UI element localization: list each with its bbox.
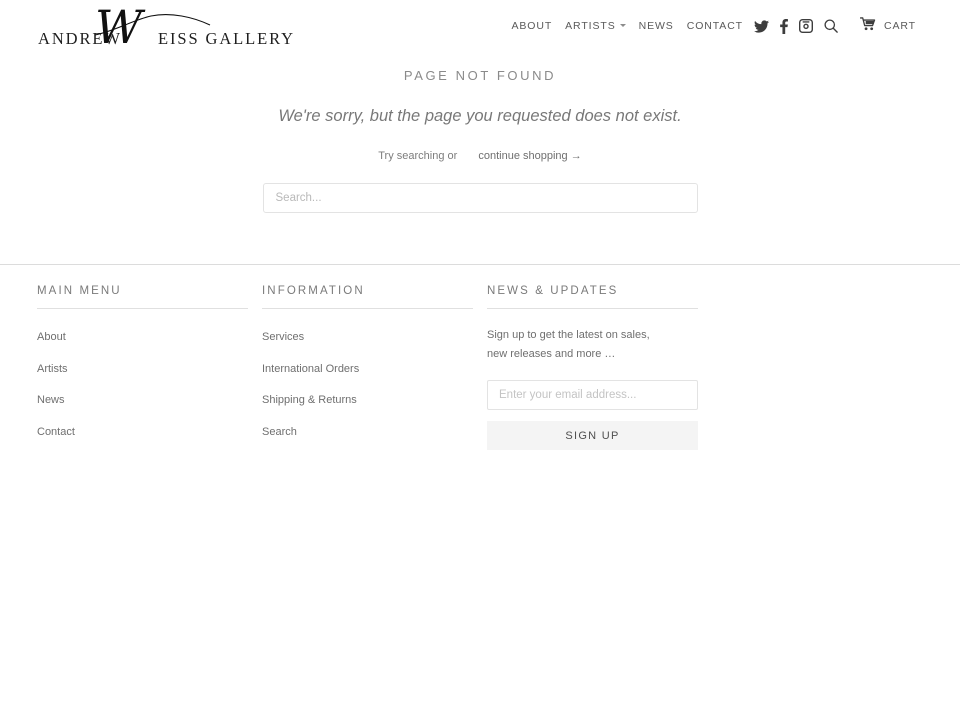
footer-link-services[interactable]: Services (262, 331, 304, 343)
list-item: Artists (37, 359, 248, 377)
list-item: Search (262, 422, 473, 440)
shopping-cart-icon (859, 16, 877, 36)
nav-item-contact[interactable]: CONTACT (687, 16, 743, 36)
search-form (0, 162, 960, 213)
footer-title-news-updates: NEWS & UPDATES (487, 285, 619, 297)
list-item: International Orders (262, 359, 473, 377)
footer-column-newsletter: NEWS & UPDATES Sign up to get the latest… (487, 285, 698, 450)
footer-link-artists[interactable]: Artists (37, 363, 68, 375)
footer-column-main-menu: MAIN MENU About Artists News Contact (37, 285, 248, 453)
nav-item-artists-label: ARTISTS (565, 20, 616, 32)
list-item: Contact (37, 422, 248, 440)
email-field[interactable] (487, 380, 698, 410)
footer-title-main-menu: MAIN MENU (37, 285, 122, 297)
list-item: News (37, 390, 248, 408)
footer-link-search[interactable]: Search (262, 426, 297, 438)
site-logo[interactable]: ANDREW EISS GALLERY W (38, 4, 293, 52)
footer-link-shipping-returns[interactable]: Shipping & Returns (262, 394, 357, 406)
footer-divider (0, 264, 960, 265)
list-item: Shipping & Returns (262, 390, 473, 408)
nav-item-news[interactable]: NEWS (639, 16, 674, 36)
logo-script-w: W (95, 0, 143, 54)
list-item: Services (262, 327, 473, 345)
footer-title-information: INFORMATION (262, 285, 365, 297)
cart-button[interactable]: CART (859, 16, 916, 36)
nav-item-artists[interactable]: ARTISTS (565, 16, 626, 36)
try-searching-label: Try searching or (378, 150, 458, 162)
cart-label: CART (884, 20, 916, 32)
footer-links-information: Services International Orders Shipping &… (262, 309, 473, 440)
twitter-icon[interactable] (754, 19, 769, 33)
nav-item-about[interactable]: ABOUT (511, 16, 552, 36)
search-icon[interactable] (824, 19, 838, 33)
page-title: PAGE NOT FOUND (403, 68, 557, 83)
newsletter-description: Sign up to get the latest on sales, new … (487, 329, 650, 360)
footer-links-main-menu: About Artists News Contact (37, 309, 248, 440)
site-header: ANDREW EISS GALLERY W ABOUT ARTISTS NEWS… (0, 0, 960, 56)
page-404: ANDREW EISS GALLERY W ABOUT ARTISTS NEWS… (0, 0, 960, 720)
list-item: About (37, 327, 248, 345)
continue-shopping-link[interactable]: continue shopping → (478, 150, 581, 162)
main-content: PAGE NOT FOUND We're sorry, but the page… (0, 56, 960, 213)
footer-column-information: INFORMATION Services International Order… (262, 285, 473, 453)
try-searching-text: Try searching or continue shopping → (0, 126, 960, 162)
footer-link-international-orders[interactable]: International Orders (262, 363, 359, 375)
footer-link-about[interactable]: About (37, 331, 66, 343)
error-subtitle: We're sorry, but the page you requested … (278, 107, 682, 125)
chevron-down-icon (619, 24, 626, 27)
sign-up-button[interactable]: SIGN UP (487, 421, 698, 450)
facebook-icon[interactable] (780, 18, 788, 34)
logo-text-right: EISS GALLERY (158, 29, 295, 48)
instagram-icon[interactable] (799, 19, 813, 33)
footer-link-contact[interactable]: Contact (37, 426, 75, 438)
main-navigation: ABOUT ARTISTS NEWS CONTACT CART (511, 16, 916, 36)
search-input[interactable] (262, 183, 698, 213)
footer-link-news[interactable]: News (37, 394, 65, 406)
